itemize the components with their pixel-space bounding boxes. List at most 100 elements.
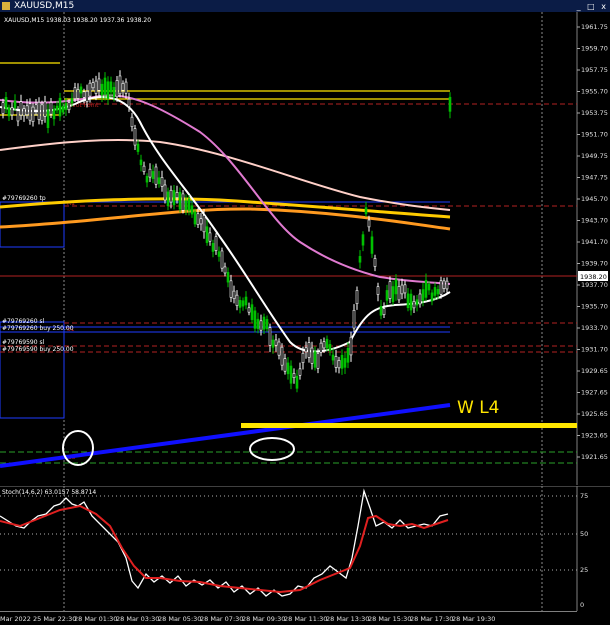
candle-body [58, 97, 62, 117]
candle-body [133, 128, 137, 146]
candle-body [64, 103, 68, 110]
candle-body [193, 211, 197, 225]
candle-body [367, 219, 371, 228]
candle-body [118, 75, 122, 95]
current-price-label: 1938.20 [580, 273, 607, 281]
candle-body [184, 200, 188, 210]
candle-body [28, 103, 32, 121]
candle-body [352, 309, 356, 329]
candle-body [10, 107, 14, 116]
price-label: 1945.70 [581, 195, 608, 203]
candle-body [181, 193, 185, 211]
stochastic-panel[interactable]: Stoch(14,6,2) 63.0157 58.8714 75 50 25 0 [0, 486, 610, 612]
candle-body [82, 91, 86, 98]
candle-body [322, 341, 326, 349]
annotation-level-bar[interactable] [241, 423, 577, 428]
candle-body [169, 189, 173, 203]
candle-body [112, 86, 116, 98]
candle-body [100, 83, 104, 96]
candle-body [220, 250, 224, 269]
candle-body [106, 81, 110, 99]
candle-body [19, 101, 23, 116]
candle-body [142, 165, 146, 172]
candle-body [400, 284, 404, 295]
candle-body [325, 338, 329, 349]
price-label: 1955.70 [581, 88, 608, 96]
chart-icon [2, 2, 10, 10]
candle-body [247, 307, 251, 313]
candle-body [127, 98, 131, 107]
candle-body [88, 82, 92, 97]
candle-body [205, 226, 209, 243]
restore-button[interactable]: □ [587, 2, 597, 11]
candle-body [364, 207, 368, 215]
price-axis: 1961.75 1959.70 1957.75 1955.70 1953.75 1951.… [577, 23, 608, 461]
candle-body [412, 300, 416, 309]
osc-level-75: 75 [580, 492, 588, 500]
candle-body [262, 316, 266, 330]
candle-body [154, 166, 158, 185]
candle-body [448, 96, 452, 112]
time-label: 28 Mar 05:30 [158, 615, 201, 623]
price-chart[interactable]: 1961.75 1959.70 1957.75 1955.70 1953.75 1951.… [0, 12, 610, 485]
candle-body [379, 306, 383, 316]
candle-body [373, 258, 377, 267]
candle-body [433, 287, 437, 296]
candle-body [214, 236, 218, 251]
candle-body [313, 351, 317, 368]
candle-body [115, 80, 119, 98]
candle-body [67, 102, 71, 111]
candle-body [52, 109, 56, 120]
candle-body [61, 106, 65, 113]
oscillator-label: Stoch(14,6,2) 63.0157 58.8714 [2, 489, 96, 496]
close-button[interactable]: x [601, 2, 608, 11]
candle-body [376, 286, 380, 295]
candle-body [334, 356, 338, 368]
candle-body [277, 341, 281, 356]
candle-body [76, 89, 80, 99]
price-label: 1927.65 [581, 389, 608, 397]
candle-body [40, 104, 44, 121]
time-label: 28 Mar 01:30 [74, 615, 117, 623]
candle-body [187, 198, 191, 211]
candle-body [331, 354, 335, 361]
candle-body [370, 236, 374, 254]
osc-level-25: 25 [580, 566, 588, 574]
candle-body [55, 105, 59, 111]
candle-body [436, 289, 440, 295]
candle-body [13, 100, 17, 108]
candle-body [316, 353, 320, 369]
minimize-button[interactable]: _ [577, 2, 583, 11]
candle-body [385, 290, 389, 301]
price-label: 1939.70 [581, 260, 608, 268]
candle-body [286, 362, 290, 375]
candle-body [172, 190, 176, 206]
candle-body [178, 191, 182, 210]
candle-body [283, 358, 287, 372]
candle-body [196, 213, 200, 225]
candle-body [49, 102, 53, 115]
candle-body [430, 292, 434, 302]
candle-body [7, 107, 11, 117]
candle-body [421, 289, 425, 301]
candle-body [394, 279, 398, 295]
chart-window-titlebar: XAUUSD,M15 _ □ x [0, 0, 610, 12]
symbol-info: XAUUSD,M15 1938.03 1938.20 1937.36 1938.… [4, 17, 151, 24]
price-label: 1933.70 [581, 324, 608, 332]
window-title: XAUUSD,M15 [14, 1, 75, 11]
candle-body [166, 191, 170, 207]
candle-body [16, 110, 20, 122]
annotation-text: W L4 [457, 398, 500, 418]
candle-body [124, 81, 128, 94]
buy2-label: #79769590 buy 250.00 [2, 346, 74, 353]
candle-body [259, 320, 263, 331]
candle-body [328, 344, 332, 351]
candle-body [139, 159, 143, 166]
candle-body [34, 104, 38, 111]
candle-body [235, 294, 239, 306]
candle-body [103, 77, 107, 95]
candle-body [94, 80, 98, 94]
candle-body [202, 215, 206, 233]
candle-body [442, 280, 446, 289]
sl1-label: #79769260 sl [2, 318, 45, 325]
